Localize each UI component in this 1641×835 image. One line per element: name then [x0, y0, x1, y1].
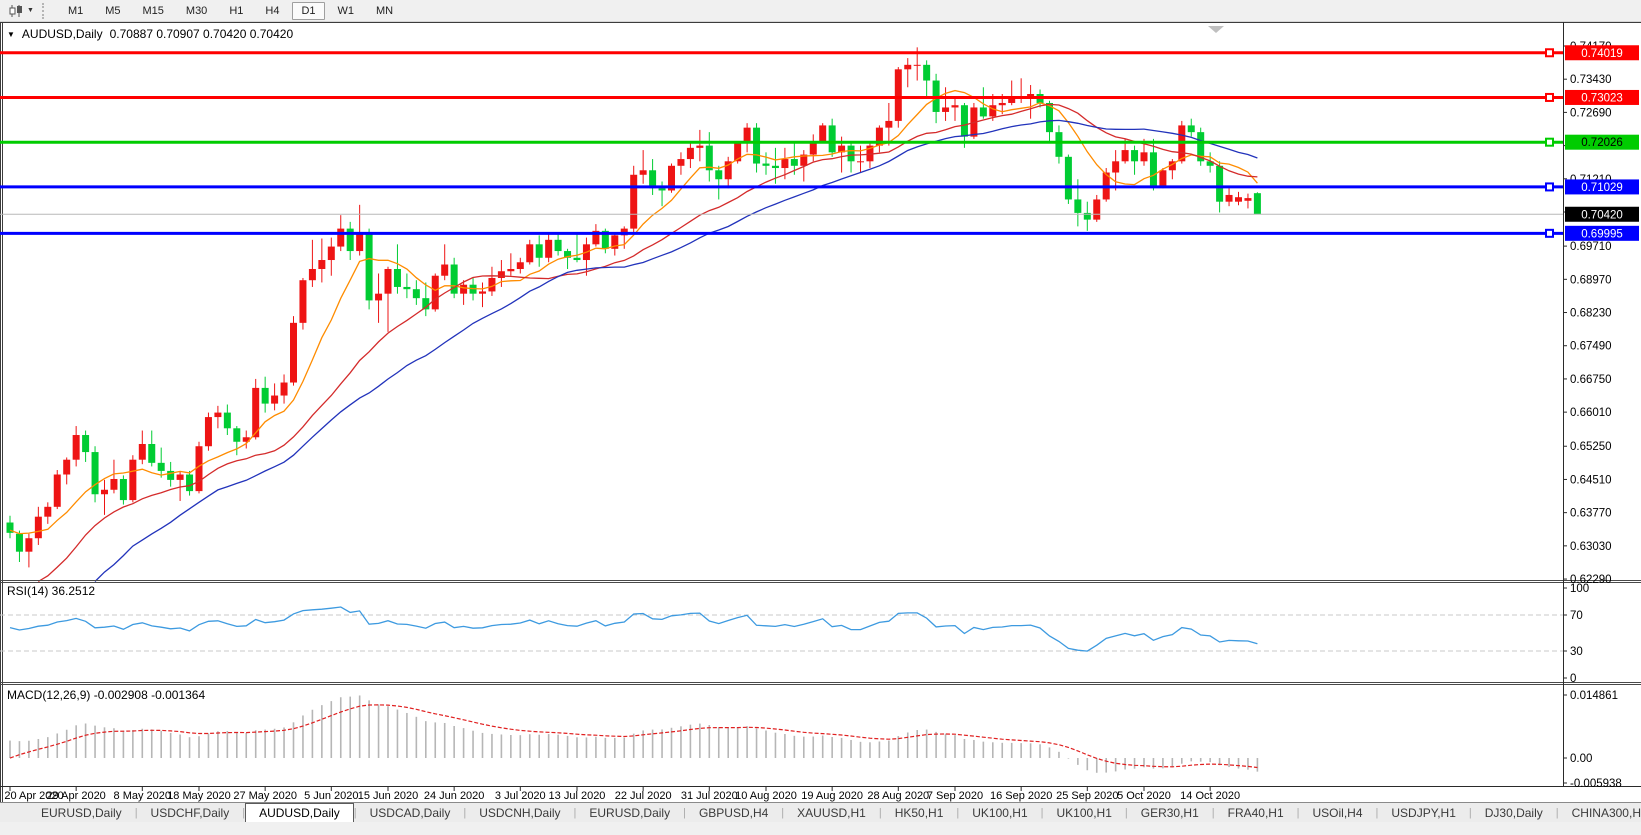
price-chart-canvas[interactable]: 0.741700.734300.726900.719500.712100.704… [0, 22, 1641, 802]
svg-text:0.73430: 0.73430 [1570, 74, 1612, 86]
chart-tab-uk100-h1[interactable]: UK100,H1 [1044, 803, 1125, 822]
quote-ohlc: 0.70887 0.70907 0.70420 0.70420 [110, 27, 294, 41]
svg-text:8 May 2020: 8 May 2020 [114, 790, 171, 802]
chart-tab-usdcad-daily[interactable]: USDCAD,Daily [357, 803, 464, 822]
svg-text:-0.005938: -0.005938 [1570, 778, 1622, 790]
chart-tab-usdchf-daily[interactable]: USDCHF,Daily [138, 803, 243, 822]
timeframe-button-M15[interactable]: M15 [134, 2, 173, 20]
svg-text:29 Apr 2020: 29 Apr 2020 [46, 790, 105, 802]
svg-text:0.66010: 0.66010 [1570, 407, 1612, 419]
chart-type-button[interactable]: ▼ [4, 3, 38, 19]
timeframe-button-M30[interactable]: M30 [177, 2, 216, 20]
chart-tab-fra40-h1[interactable]: FRA40,H1 [1215, 803, 1297, 822]
chart-title: ▼ AUDUSD,Daily 0.70887 0.70907 0.70420 0… [7, 27, 293, 41]
svg-text:0.68970: 0.68970 [1570, 274, 1612, 286]
svg-text:28 Aug 2020: 28 Aug 2020 [867, 790, 929, 802]
chart-tab-usdjpy-h1[interactable]: USDJPY,H1 [1378, 803, 1468, 822]
rsi-label: RSI(14) 36.2512 [7, 584, 95, 598]
chart-tab-usoil-h4[interactable]: USOil,H4 [1300, 803, 1376, 822]
svg-text:0.71029: 0.71029 [1581, 182, 1623, 194]
timeframe-button-D1[interactable]: D1 [292, 2, 324, 20]
toolbar-grip[interactable] [42, 3, 51, 19]
timeframe-button-H4[interactable]: H4 [256, 2, 288, 20]
timeframe-button-M5[interactable]: M5 [96, 2, 129, 20]
svg-text:10 Aug 2020: 10 Aug 2020 [735, 790, 797, 802]
symbol-dropdown-icon[interactable]: ▼ [7, 30, 15, 39]
svg-text:0.00: 0.00 [1570, 753, 1592, 765]
svg-text:3 Jul 2020: 3 Jul 2020 [495, 790, 546, 802]
timeframe-button-MN[interactable]: MN [367, 2, 402, 20]
svg-text:0.72690: 0.72690 [1570, 107, 1612, 119]
chart-tab-dj30-daily[interactable]: DJ30,Daily [1472, 803, 1556, 822]
svg-text:0.74019: 0.74019 [1581, 48, 1623, 60]
chart-tab-eurusd-daily[interactable]: EURUSD,Daily [576, 803, 683, 822]
svg-text:25 Sep 2020: 25 Sep 2020 [1056, 790, 1118, 802]
chart-tab-gbpusd-h4[interactable]: GBPUSD,H4 [686, 803, 781, 822]
svg-text:16 Sep 2020: 16 Sep 2020 [990, 790, 1052, 802]
svg-text:100: 100 [1570, 583, 1589, 595]
candlestick-chart-icon [8, 4, 24, 18]
svg-text:0.66750: 0.66750 [1570, 374, 1612, 386]
symbol-label: AUDUSD,Daily [22, 27, 103, 41]
svg-text:0: 0 [1570, 673, 1576, 685]
chart-tab-usdcnh-daily[interactable]: USDCNH,Daily [466, 803, 573, 822]
svg-text:0.63770: 0.63770 [1570, 508, 1612, 520]
svg-text:27 May 2020: 27 May 2020 [233, 790, 297, 802]
chart-tab-audusd-daily[interactable]: AUDUSD,Daily [245, 803, 354, 822]
chevron-down-icon[interactable]: ▼ [27, 7, 34, 14]
svg-text:22 Jul 2020: 22 Jul 2020 [615, 790, 672, 802]
svg-text:13 Jul 2020: 13 Jul 2020 [549, 790, 606, 802]
timeframe-toolbar: M1M5 M15M30H1H4D1 W1MN [57, 2, 404, 20]
chart-tab-eurusd-daily[interactable]: EURUSD,Daily [28, 803, 135, 822]
svg-text:18 May 2020: 18 May 2020 [167, 790, 231, 802]
svg-text:0.72026: 0.72026 [1581, 137, 1623, 149]
svg-text:0.63030: 0.63030 [1570, 541, 1612, 553]
svg-text:0.69995: 0.69995 [1581, 228, 1623, 240]
top-toolbar: ▼ M1M5 M15M30H1H4D1 W1MN [0, 0, 1641, 22]
status-bar [0, 822, 1641, 835]
svg-text:0.014861: 0.014861 [1570, 690, 1618, 702]
svg-text:15 Jun 2020: 15 Jun 2020 [358, 790, 419, 802]
svg-text:14 Oct 2020: 14 Oct 2020 [1180, 790, 1240, 802]
svg-text:5 Jun 2020: 5 Jun 2020 [304, 790, 358, 802]
svg-text:7 Sep 2020: 7 Sep 2020 [927, 790, 983, 802]
chart-tab-uk100-h1[interactable]: UK100,H1 [959, 803, 1040, 822]
svg-text:0.67490: 0.67490 [1570, 341, 1612, 353]
svg-text:0.70420: 0.70420 [1581, 209, 1623, 221]
chart-tab-ger30-h1[interactable]: GER30,H1 [1128, 803, 1212, 822]
timeframe-button-M1[interactable]: M1 [59, 2, 92, 20]
svg-text:5 Oct 2020: 5 Oct 2020 [1117, 790, 1171, 802]
svg-text:0.73023: 0.73023 [1581, 92, 1623, 104]
chart-window: 0.741700.734300.726900.719500.712100.704… [0, 22, 1641, 802]
svg-text:30: 30 [1570, 646, 1583, 658]
svg-text:70: 70 [1570, 610, 1583, 622]
timeframe-button-H1[interactable]: H1 [220, 2, 252, 20]
svg-text:19 Aug 2020: 19 Aug 2020 [801, 790, 863, 802]
svg-text:0.69710: 0.69710 [1570, 241, 1612, 253]
macd-label: MACD(12,26,9) -0.002908 -0.001364 [7, 688, 205, 702]
svg-text:0.65250: 0.65250 [1570, 441, 1612, 453]
svg-text:0.68230: 0.68230 [1570, 308, 1612, 320]
chart-tabs: EURUSD,Daily|USDCHF,Daily|AUDUSD,Daily|U… [28, 803, 1641, 822]
chart-tab-hk50-h1[interactable]: HK50,H1 [882, 803, 957, 822]
svg-text:0.64510: 0.64510 [1570, 474, 1612, 486]
timeframe-button-W1[interactable]: W1 [329, 2, 364, 20]
chart-tab-xauusd-h1[interactable]: XAUUSD,H1 [784, 803, 879, 822]
svg-text:24 Jun 2020: 24 Jun 2020 [424, 790, 485, 802]
chart-tab-china300-h1[interactable]: CHINA300,H1 [1559, 803, 1641, 822]
chart-tab-bar: EURUSD,Daily|USDCHF,Daily|AUDUSD,Daily|U… [0, 802, 1641, 822]
svg-text:31 Jul 2020: 31 Jul 2020 [681, 790, 738, 802]
